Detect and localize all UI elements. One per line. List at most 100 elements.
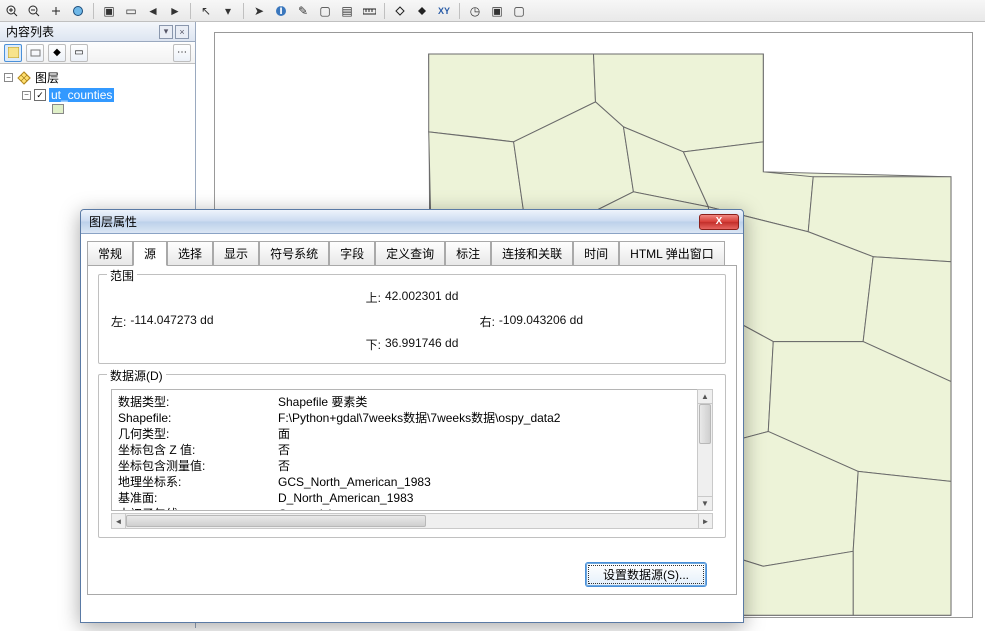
- html-popup-icon[interactable]: ▤: [338, 3, 356, 19]
- datasource-row: 坐标包含 Z 值:否: [118, 442, 706, 458]
- symbol-swatch[interactable]: [52, 104, 64, 114]
- list-by-visibility-icon[interactable]: ◆: [48, 44, 66, 62]
- dialog-close-button[interactable]: X: [699, 214, 739, 230]
- extent-right-value: -109.043206 dd: [499, 313, 583, 330]
- extent-left-label: 左:: [111, 313, 126, 330]
- zoom-out-icon[interactable]: [25, 3, 43, 19]
- fixed-zoom-out-icon[interactable]: ▭: [122, 3, 140, 19]
- time-icon[interactable]: ◷: [466, 3, 484, 19]
- tab-general[interactable]: 常规: [87, 241, 133, 266]
- collapse-icon[interactable]: −: [22, 91, 31, 100]
- dialog-title: 图层属性: [85, 213, 137, 230]
- find2-icon[interactable]: [413, 3, 431, 19]
- datasource-key: Shapefile:: [118, 410, 278, 426]
- tab-display[interactable]: 显示: [213, 241, 259, 266]
- toc-panel-titlebar: 内容列表 ▾ ×: [0, 22, 195, 42]
- datasource-box: 数据类型:Shapefile 要素类Shapefile:F:\Python+gd…: [111, 389, 713, 529]
- pan-icon[interactable]: [47, 3, 65, 19]
- tree-layer-row[interactable]: − ✓ ut_counties: [4, 87, 191, 103]
- identify-icon[interactable]: i: [272, 3, 290, 19]
- svg-text:i: i: [279, 5, 282, 17]
- list-by-selection-icon[interactable]: ▭: [70, 44, 88, 62]
- tab-symbology[interactable]: 符号系统: [259, 241, 329, 266]
- pointer-icon[interactable]: ➤: [250, 3, 268, 19]
- tab-joins[interactable]: 连接和关联: [491, 241, 573, 266]
- datasource-group-label: 数据源(D): [107, 367, 166, 384]
- extent-right-label: 右:: [480, 313, 495, 330]
- datasource-row: 数据类型:Shapefile 要素类: [118, 394, 706, 410]
- datasource-scrollbar-h[interactable]: ◄ ►: [111, 513, 713, 529]
- datasource-text[interactable]: 数据类型:Shapefile 要素类Shapefile:F:\Python+gd…: [111, 389, 713, 511]
- scroll-left-icon[interactable]: ◄: [112, 514, 126, 528]
- main-toolbar: ▣ ▭ ◄ ► ↖ ▾ ➤ i ✎ ▢ ▤ XY ◷ ▣ ▢: [0, 0, 985, 22]
- datasource-value: F:\Python+gdal\7weeks数据\7weeks数据\ospy_da…: [278, 410, 560, 426]
- datasource-value: 面: [278, 426, 290, 442]
- edit-icon[interactable]: ✎: [294, 3, 312, 19]
- measure-icon[interactable]: [360, 3, 378, 19]
- toc-view-toolbar: ◆ ▭ ⋯: [0, 42, 195, 64]
- tree-root-row[interactable]: − 图层: [4, 68, 191, 87]
- datasource-value: 否: [278, 458, 290, 474]
- clear-icon[interactable]: ▢: [316, 3, 334, 19]
- scroll-thumb-h[interactable]: [126, 515, 426, 527]
- window-icon[interactable]: ▢: [510, 3, 528, 19]
- layer-name-label[interactable]: ut_counties: [49, 88, 114, 102]
- toolbar-separator: [190, 3, 191, 19]
- tab-html-popup[interactable]: HTML 弹出窗口: [619, 241, 725, 266]
- select-arrow-icon[interactable]: ↖: [197, 3, 215, 19]
- collapse-icon[interactable]: −: [4, 73, 13, 82]
- tab-labels[interactable]: 标注: [445, 241, 491, 266]
- full-extent-icon[interactable]: [69, 3, 87, 19]
- datasource-row: 本初子午线:Greenwich: [118, 506, 706, 511]
- datasource-scrollbar-v[interactable]: ▲ ▼: [697, 389, 713, 511]
- set-datasource-button[interactable]: 设置数据源(S)...: [586, 563, 706, 586]
- extent-group: 范围 上:42.002301 dd 左:-114.047273 dd 右:-10…: [98, 274, 726, 364]
- datasource-key: 基准面:: [118, 490, 278, 506]
- scroll-right-icon[interactable]: ►: [698, 514, 712, 528]
- datasource-value: 否: [278, 442, 290, 458]
- datasource-row: 基准面:D_North_American_1983: [118, 490, 706, 506]
- datasource-key: 几何类型:: [118, 426, 278, 442]
- datasource-key: 本初子午线:: [118, 506, 278, 511]
- extent-bottom-label: 下:: [366, 336, 381, 353]
- datasource-group: 数据源(D) 数据类型:Shapefile 要素类Shapefile:F:\Py…: [98, 374, 726, 538]
- viewer-icon[interactable]: ▣: [488, 3, 506, 19]
- select-dropdown-icon[interactable]: ▾: [219, 3, 237, 19]
- scroll-up-icon[interactable]: ▲: [698, 390, 712, 404]
- find-icon[interactable]: [391, 3, 409, 19]
- tab-time[interactable]: 时间: [573, 241, 619, 266]
- layer-properties-dialog: 图层属性 X 常规 源 选择 显示 符号系统 字段 定义查询 标注 连接和关联 …: [80, 209, 744, 623]
- extent-top-label: 上:: [366, 289, 381, 306]
- extent-left-value: -114.047273 dd: [130, 313, 213, 330]
- datasource-key: 坐标包含测量值:: [118, 458, 278, 474]
- datasource-key: 坐标包含 Z 值:: [118, 442, 278, 458]
- toolbar-separator: [384, 3, 385, 19]
- datasource-value: GCS_North_American_1983: [278, 474, 431, 490]
- layer-visibility-checkbox[interactable]: ✓: [34, 89, 46, 101]
- next-extent-icon[interactable]: ►: [166, 3, 184, 19]
- tab-source[interactable]: 源: [133, 241, 167, 266]
- xy-icon[interactable]: XY: [435, 3, 453, 19]
- toolbar-separator: [243, 3, 244, 19]
- dialog-titlebar[interactable]: 图层属性 X: [81, 210, 743, 234]
- tab-definition-query[interactable]: 定义查询: [375, 241, 445, 266]
- extent-bottom-value: 36.991746 dd: [385, 336, 458, 353]
- pin-icon[interactable]: ▾: [159, 25, 173, 39]
- list-by-source-icon[interactable]: [26, 44, 44, 62]
- tab-fields[interactable]: 字段: [329, 241, 375, 266]
- list-by-drawing-icon[interactable]: [4, 44, 22, 62]
- prev-extent-icon[interactable]: ◄: [144, 3, 162, 19]
- scroll-thumb-v[interactable]: [699, 404, 711, 444]
- datasource-value: D_North_American_1983: [278, 490, 413, 506]
- zoom-in-icon[interactable]: [3, 3, 21, 19]
- close-panel-icon[interactable]: ×: [175, 25, 189, 39]
- extent-top-value: 42.002301 dd: [385, 289, 458, 306]
- fixed-zoom-in-icon[interactable]: ▣: [100, 3, 118, 19]
- tree-symbol-row[interactable]: [4, 103, 191, 115]
- scroll-down-icon[interactable]: ▼: [698, 496, 712, 510]
- toc-panel-title: 内容列表: [6, 23, 54, 40]
- options-icon[interactable]: ⋯: [173, 44, 191, 62]
- dialog-tabs: 常规 源 选择 显示 符号系统 字段 定义查询 标注 连接和关联 时间 HTML…: [81, 234, 743, 265]
- tab-selection[interactable]: 选择: [167, 241, 213, 266]
- toolbar-separator: [459, 3, 460, 19]
